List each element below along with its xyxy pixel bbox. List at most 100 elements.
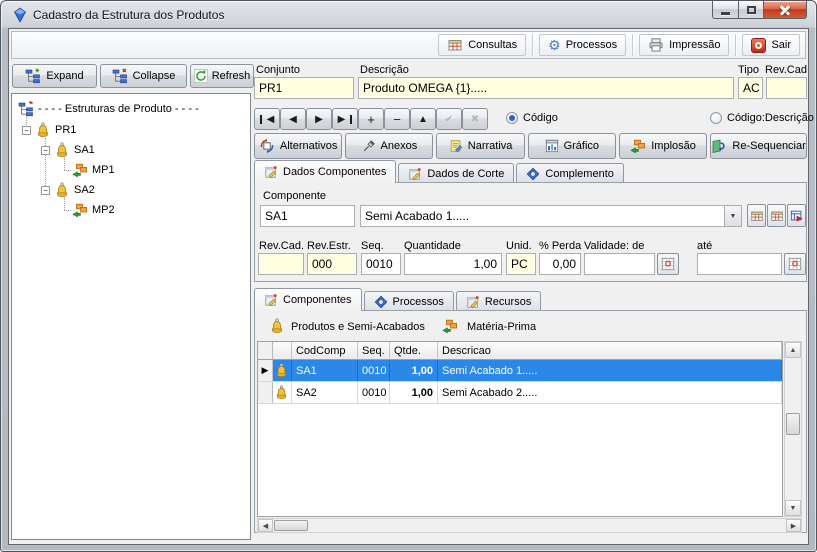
- expand-button[interactable]: Expand: [12, 64, 97, 88]
- nav-edit-button[interactable]: ▲: [410, 108, 436, 130]
- grid-horizontal-scrollbar[interactable]: ◀ ▶: [257, 518, 802, 533]
- descricao-field[interactable]: Produto OMEGA {1}.....: [358, 77, 734, 99]
- unid-field[interactable]: PC: [506, 253, 536, 275]
- nav-last-button[interactable]: ▶: [332, 108, 358, 130]
- grid-row-sa1[interactable]: ▶ SA1 0010 1,00 Semi Acabado 1.....: [258, 360, 782, 382]
- revcad2-field[interactable]: [258, 253, 304, 275]
- nav-delete-button[interactable]: −: [384, 108, 410, 130]
- radio-codigo-label: Código: [523, 112, 558, 124]
- ate-label: até: [697, 240, 712, 252]
- seq-field[interactable]: 0010: [361, 253, 401, 275]
- perda-label: % Perda: [539, 240, 581, 252]
- refresh-button[interactable]: Refresh: [190, 64, 254, 88]
- revcad-field[interactable]: [766, 77, 807, 99]
- scroll-down-icon[interactable]: ▼: [785, 500, 801, 516]
- scroll-track[interactable]: [785, 358, 801, 500]
- grid-row-sa2[interactable]: SA2 0010 1,00 Semi Acabado 2.....: [258, 382, 782, 404]
- nav-prior-button[interactable]: ◀: [280, 108, 306, 130]
- toolbar-separator: [735, 34, 736, 56]
- nav-post-button[interactable]: ✔: [436, 108, 462, 130]
- title-bar[interactable]: Cadastro da Estrutura dos Produtos: [1, 1, 816, 28]
- scroll-track[interactable]: [273, 519, 786, 532]
- perda-field[interactable]: 0,00: [539, 253, 581, 275]
- scroll-left-icon[interactable]: ◀: [258, 519, 273, 532]
- expander-icon[interactable]: −: [22, 126, 31, 135]
- toolbar-separator: [532, 34, 533, 56]
- conjunto-field[interactable]: PR1: [254, 77, 354, 99]
- tab-recursos[interactable]: Recursos: [456, 291, 541, 311]
- componentes-grid[interactable]: CodComp Seq. Qtde. Descricao ▶ SA1 0010 …: [257, 341, 783, 517]
- alternativos-button[interactable]: Alternativos: [254, 133, 342, 159]
- expander-icon[interactable]: −: [41, 146, 50, 155]
- tree-node-label: MP2: [92, 204, 115, 216]
- scroll-right-icon[interactable]: ▶: [786, 519, 801, 532]
- scroll-thumb[interactable]: [274, 520, 308, 531]
- impressao-button[interactable]: Impressão: [639, 34, 729, 56]
- grid-header-descricao[interactable]: Descricao: [438, 342, 782, 360]
- componente-field[interactable]: SA1: [260, 205, 355, 227]
- grafico-button[interactable]: Gráfico: [528, 133, 616, 159]
- sair-button[interactable]: Sair: [742, 34, 800, 56]
- minimize-icon: [721, 12, 730, 15]
- tree-node-pr1[interactable]: − PR1: [22, 121, 76, 139]
- consultas-button[interactable]: Consultas: [438, 34, 526, 56]
- tree-node-mp2[interactable]: MP2: [72, 201, 115, 219]
- quantidade-field[interactable]: 1,00: [404, 253, 502, 275]
- tree-node-label: SA1: [74, 144, 95, 156]
- tree-node-mp1[interactable]: MP1: [72, 161, 115, 179]
- tab-componentes[interactable]: Componentes: [254, 288, 362, 311]
- processos-button[interactable]: ⚙ Processos: [539, 34, 626, 56]
- anexos-button[interactable]: Anexos: [345, 133, 433, 159]
- grid-vertical-scrollbar[interactable]: ▲ ▼: [784, 341, 802, 517]
- grid-header-seq[interactable]: Seq.: [358, 342, 390, 360]
- componente-combo[interactable]: Semi Acabado 1..... ▼: [360, 205, 742, 227]
- structure-treeview[interactable]: - - - - Estruturas de Produto - - - - − …: [11, 93, 251, 540]
- tab-dados-componentes[interactable]: Dados Componentes: [254, 160, 396, 183]
- tab-complemento[interactable]: Complemento: [516, 163, 623, 183]
- scroll-thumb[interactable]: [786, 413, 800, 435]
- scroll-up-icon[interactable]: ▲: [785, 342, 801, 358]
- revestr-field[interactable]: 000: [307, 253, 357, 275]
- tab-processos[interactable]: Processos: [364, 291, 454, 311]
- tab-dados-de-corte[interactable]: Dados de Corte: [398, 163, 514, 183]
- implosao-button[interactable]: Implosão: [619, 133, 707, 159]
- unid-label: Unid.: [506, 240, 532, 252]
- minimize-button[interactable]: [712, 1, 739, 19]
- tab-label: Recursos: [485, 296, 531, 308]
- gear-icon: ⚙: [548, 38, 561, 52]
- validade-ate-calendar-button[interactable]: [784, 253, 806, 275]
- grid-header-codcomp[interactable]: CodComp: [292, 342, 358, 360]
- expand-label: Expand: [46, 70, 83, 82]
- collapse-button[interactable]: Collapse: [100, 64, 187, 88]
- maximize-button[interactable]: [739, 1, 764, 19]
- goto-record-button[interactable]: [787, 204, 806, 227]
- grid-header-qtde[interactable]: Qtde.: [390, 342, 438, 360]
- nav-cancel-button[interactable]: ✖: [462, 108, 488, 130]
- validade-de-calendar-button[interactable]: [657, 253, 679, 275]
- nav-next-button[interactable]: ▶: [306, 108, 332, 130]
- chevron-down-icon[interactable]: ▼: [724, 206, 741, 226]
- tree-node-sa1[interactable]: − SA1: [41, 141, 95, 159]
- tree-root-node[interactable]: - - - - Estruturas de Produto - - - -: [18, 100, 199, 118]
- narrativa-button[interactable]: Narrativa: [436, 133, 524, 159]
- nav-first-button[interactable]: ◀: [254, 108, 280, 130]
- notepad-icon: [449, 139, 463, 153]
- lookup-table-button-2[interactable]: [767, 204, 786, 227]
- expander-icon[interactable]: −: [41, 186, 50, 195]
- close-button[interactable]: [764, 1, 807, 19]
- radio-unselected-icon[interactable]: [710, 112, 722, 124]
- radio-codigo[interactable]: Código: [506, 112, 558, 124]
- tree-node-sa2[interactable]: − SA2: [41, 181, 95, 199]
- radio-selected-icon[interactable]: [506, 112, 518, 124]
- refresh-label: Refresh: [212, 70, 251, 82]
- tipo-field[interactable]: AC: [738, 77, 763, 99]
- validade-de-field[interactable]: [584, 253, 655, 275]
- resequenciar-button[interactable]: Re-Sequenciar: [710, 133, 807, 159]
- lookup-table-button-1[interactable]: [747, 204, 766, 227]
- product-icon: [273, 382, 292, 403]
- resequenciar-icon: [711, 138, 727, 154]
- nav-insert-button[interactable]: +: [358, 108, 384, 130]
- validade-ate-field[interactable]: [697, 253, 782, 275]
- table-lookup-icon: [447, 37, 463, 53]
- radio-codigo-descricao[interactable]: Código:Descrição: [710, 112, 814, 124]
